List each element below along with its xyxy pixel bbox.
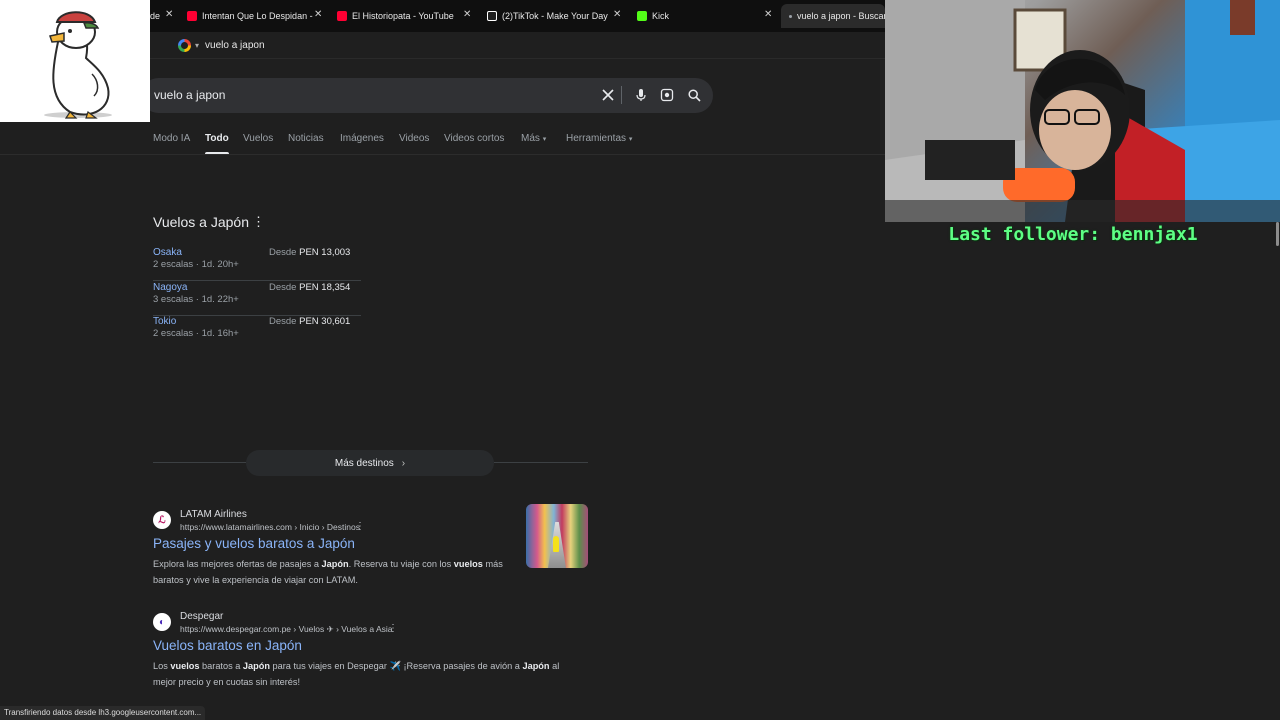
scrollbar-thumb[interactable]: [1276, 222, 1279, 246]
more-options-icon[interactable]: ⋮: [355, 521, 365, 532]
result-title-link[interactable]: Vuelos baratos en Japón: [153, 638, 302, 653]
duck-illustration: [44, 11, 112, 119]
status-bar: Transfiriendo datos desde lh3.googleuser…: [0, 706, 206, 720]
caret-down-icon: ▾: [542, 136, 547, 143]
result-site-name[interactable]: LATAM Airlines: [180, 509, 247, 520]
duck-overlay: [0, 0, 150, 122]
search-box[interactable]: vuelo a japon: [141, 78, 713, 113]
last-follower-label: Last follower: bennjax1: [948, 224, 1198, 245]
tab-noticias[interactable]: Noticias: [288, 133, 324, 144]
mic-icon[interactable]: [632, 86, 650, 104]
search-icon[interactable]: [685, 86, 703, 104]
flight-city-link[interactable]: Osaka: [153, 247, 182, 258]
divider-line: [153, 462, 246, 463]
tab-kick[interactable]: Kick: [637, 4, 757, 28]
tab-youtube-1[interactable]: Intentan Que Lo Despidan - You: [187, 4, 313, 28]
flight-meta: 2 escalas · 1d. 16h+: [153, 328, 239, 339]
result-thumbnail[interactable]: [526, 504, 588, 568]
flight-price: Desde PEN 13,003: [269, 247, 351, 258]
google-icon: [178, 38, 191, 52]
despegar-icon: ◐: [153, 613, 171, 631]
lens-icon[interactable]: [658, 86, 676, 104]
tab-herramientas[interactable]: Herramientas ▾: [566, 133, 632, 144]
address-bar[interactable]: ▾ vuelo a japon: [150, 32, 885, 59]
chevron-right-icon: ›: [401, 457, 406, 469]
flight-price: Desde PEN 18,354: [269, 282, 351, 293]
result-title-link[interactable]: Pasajes y vuelos baratos a Japón: [153, 536, 355, 551]
tab-close-icon[interactable]: ✕: [165, 9, 173, 21]
webcam-scene: [885, 0, 1280, 222]
tab-modo-ia[interactable]: Modo IA: [153, 133, 190, 144]
tab-tiktok[interactable]: (2)TikTok - Make Your Day: [487, 4, 617, 28]
search-divider: [621, 86, 622, 104]
result-snippet: Explora las mejores ofertas de pasajes a…: [153, 559, 503, 585]
youtube-icon: [337, 11, 347, 21]
nav-divider: [0, 154, 885, 155]
address-text: vuelo a japon: [205, 39, 265, 51]
result-snippet: Los vuelos baratos a Japón para tus viaj…: [153, 661, 560, 687]
caret-down-icon: ▾: [628, 136, 633, 143]
tab-videos[interactable]: Videos: [399, 133, 429, 144]
tab-todo[interactable]: Todo: [205, 133, 229, 144]
flight-city-link[interactable]: Nagoya: [153, 282, 187, 293]
result-site-name[interactable]: Despegar: [180, 611, 223, 622]
screen: de ✕ Intentan Que Lo Despidan - You ✕ El…: [0, 0, 1280, 720]
search-input[interactable]: vuelo a japon: [154, 88, 225, 102]
thumbnail-person-shape: [553, 536, 559, 552]
clear-icon[interactable]: [599, 86, 617, 104]
flight-meta: 3 escalas · 1d. 22h+: [153, 294, 239, 305]
tab-mas[interactable]: Más ▾: [521, 133, 546, 144]
tab-imagenes[interactable]: Imágenes: [340, 133, 384, 144]
loading-icon: [789, 14, 792, 18]
tab-close-icon[interactable]: ✕: [463, 9, 471, 21]
webcam-feed: [885, 0, 1280, 222]
youtube-icon: [187, 11, 197, 21]
tab-videos-cortos[interactable]: Videos cortos: [444, 133, 504, 144]
kick-icon: [637, 11, 647, 21]
flight-price: Desde PEN 30,601: [269, 316, 351, 327]
tab-close-icon[interactable]: ✕: [764, 9, 772, 21]
more-options-icon[interactable]: ⋮: [252, 214, 265, 230]
flights-title: Vuelos a Japón: [153, 214, 249, 230]
tab-google-search[interactable]: vuelo a japon - Buscar c: [781, 4, 885, 28]
tab-close-icon[interactable]: ✕: [613, 9, 621, 21]
result-url[interactable]: https://www.latamairlines.com › Inicio ›…: [180, 522, 360, 532]
more-options-icon[interactable]: ⋮: [388, 623, 398, 634]
flight-city-link[interactable]: Tokio: [153, 316, 176, 327]
chevron-down-icon[interactable]: ▾: [195, 41, 199, 50]
more-destinations-button[interactable]: Más destinos ›: [246, 450, 494, 476]
flight-row[interactable]: Osaka 2 escalas · 1d. 20h+ Desde PEN 13,…: [153, 247, 361, 281]
flight-row[interactable]: Tokio 2 escalas · 1d. 16h+ Desde PEN 30,…: [153, 316, 361, 350]
flight-meta: 2 escalas · 1d. 20h+: [153, 259, 239, 270]
tab-partial[interactable]: de: [150, 4, 164, 28]
result-url[interactable]: https://www.despegar.com.pe › Vuelos ✈ ›…: [180, 624, 393, 635]
tab-vuelos[interactable]: Vuelos: [243, 133, 273, 144]
tiktok-icon: [487, 11, 497, 21]
browser-tab-strip: de ✕ Intentan Que Lo Despidan - You ✕ El…: [150, 0, 885, 32]
address-pill[interactable]: ▾ vuelo a japon: [178, 36, 265, 54]
tab-youtube-2[interactable]: El Historiopata - YouTube: [337, 4, 457, 28]
flight-row[interactable]: Nagoya 3 escalas · 1d. 22h+ Desde PEN 18…: [153, 282, 361, 316]
latam-icon: ℒ: [153, 511, 171, 529]
tab-close-icon[interactable]: ✕: [314, 9, 322, 21]
divider-line: [494, 462, 588, 463]
